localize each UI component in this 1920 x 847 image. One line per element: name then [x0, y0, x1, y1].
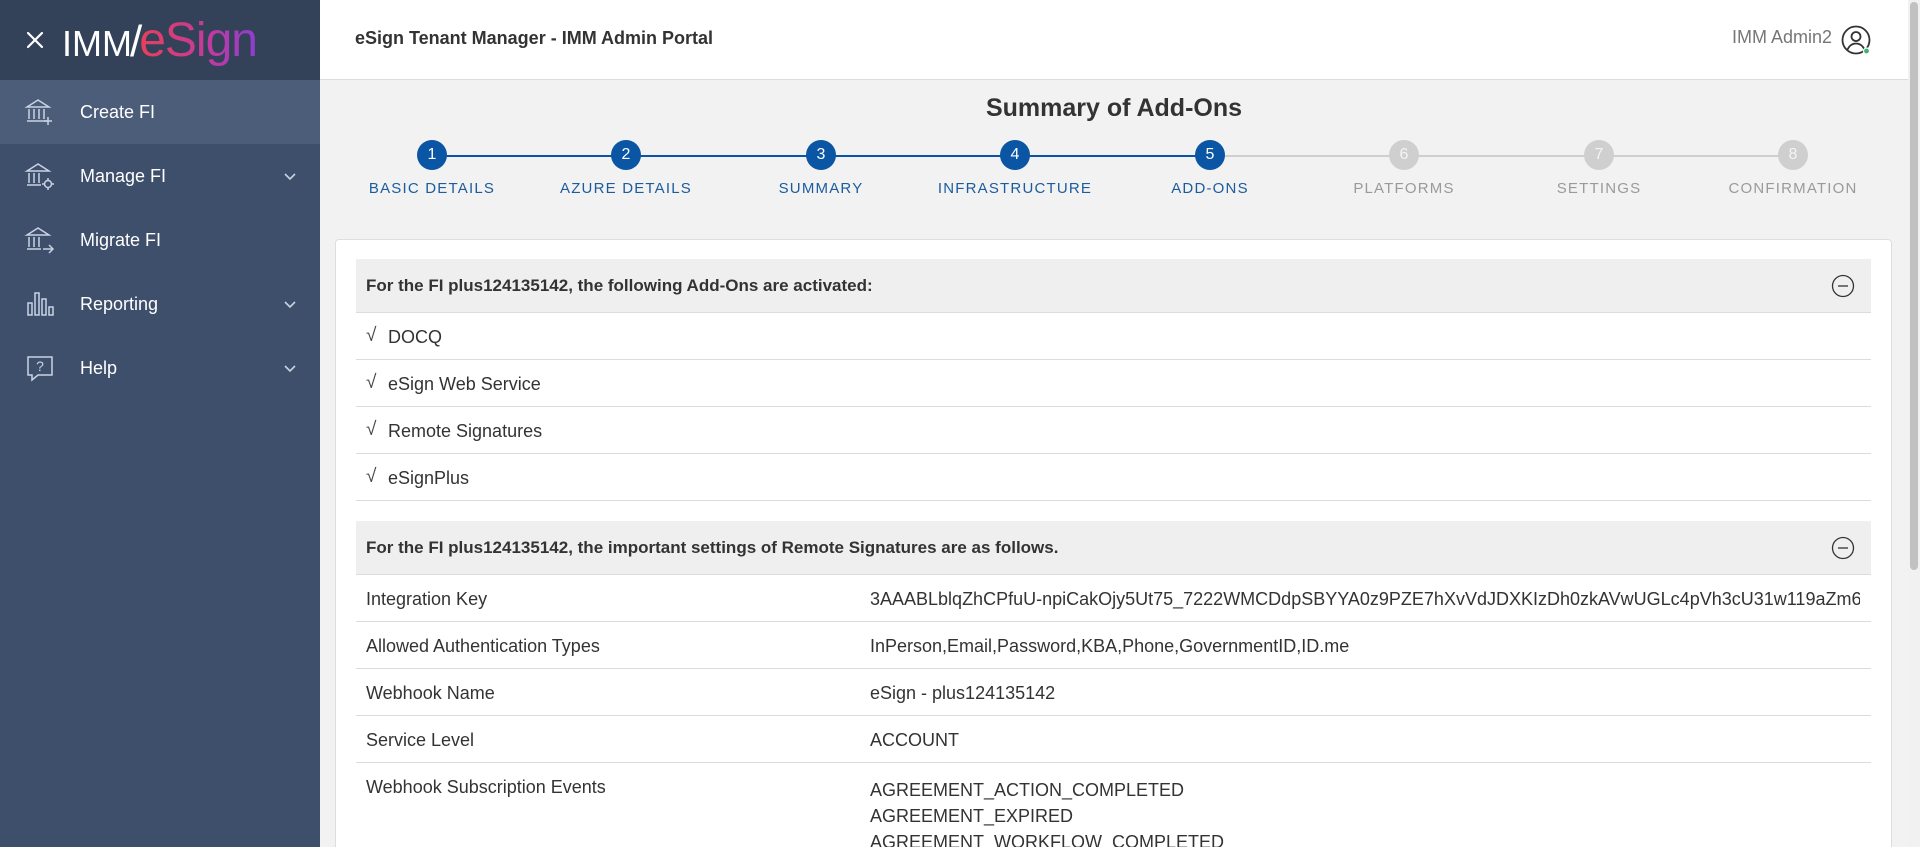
help-bubble-icon: ?: [24, 352, 56, 384]
top-header: eSign Tenant Manager - IMM Admin Portal …: [320, 0, 1920, 80]
step-azure-details[interactable]: 2 AZURE DETAILS: [526, 140, 726, 197]
setting-value: InPerson,Email,Password,KBA,Phone,Govern…: [870, 636, 1350, 656]
step-number: 8: [1778, 140, 1808, 170]
sidebar-item-label: Migrate FI: [80, 229, 162, 250]
app-logo: IMM / eSign: [62, 13, 258, 68]
setting-key: Integration Key: [366, 589, 488, 609]
table-row: Integration Key 3AAABLblqZhCPfuU-npiCakO…: [356, 575, 1871, 622]
vertical-scrollbar[interactable]: [1908, 0, 1920, 847]
step-label: SUMMARY: [778, 180, 864, 197]
step-label: SETTINGS: [1556, 180, 1642, 197]
step-label: BASIC DETAILS: [368, 180, 496, 197]
bar-chart-icon: [24, 288, 56, 320]
summary-card: For the FI plus124135142, the following …: [335, 239, 1892, 847]
check-icon: √: [366, 372, 377, 393]
sidebar-item-label: Reporting: [80, 293, 159, 314]
addons-section-header[interactable]: For the FI plus124135142, the following …: [356, 259, 1871, 313]
setting-value-list: AGREEMENT_ACTION_COMPLETED AGREEMENT_EXP…: [870, 777, 1224, 847]
check-icon: √: [366, 325, 377, 346]
logo-text-imm: IMM: [62, 22, 132, 64]
sidebar-item-manage-fi[interactable]: Manage FI: [0, 144, 320, 208]
step-number: 4: [1000, 140, 1030, 170]
main-content: Summary of Add-Ons 1 BASIC DETAILS 2 AZU…: [320, 80, 1908, 847]
step-basic-details[interactable]: 1 BASIC DETAILS: [332, 140, 532, 197]
step-summary[interactable]: 3 SUMMARY: [721, 140, 921, 197]
sidebar-item-reporting[interactable]: Reporting: [0, 272, 320, 336]
app-title: eSign Tenant Manager - IMM Admin Portal: [355, 28, 714, 48]
sidebar-item-migrate-fi[interactable]: Migrate FI: [0, 208, 320, 272]
setting-value: ACCOUNT: [870, 730, 959, 750]
bank-add-icon: [24, 96, 56, 128]
section-heading: For the FI plus124135142, the following …: [366, 276, 873, 295]
scrollbar-thumb[interactable]: [1910, 2, 1918, 570]
list-item: √ DOCQ: [356, 313, 1871, 360]
sidebar: IMM / eSign Create FI Manage FI Migrate FI…: [0, 0, 320, 847]
logo-text-esign: eSign: [139, 13, 258, 67]
step-label: INFRASTRUCTURE: [937, 180, 1093, 197]
sidebar-item-create-fi[interactable]: Create FI: [0, 80, 320, 144]
event-item: AGREEMENT_EXPIRED: [870, 806, 1074, 826]
step-infrastructure[interactable]: 4 INFRASTRUCTURE: [915, 140, 1115, 197]
svg-text:?: ?: [36, 358, 44, 374]
table-row: Service Level ACCOUNT: [356, 716, 1871, 763]
sidebar-item-label: Create FI: [80, 101, 156, 122]
list-item: √ Remote Signatures: [356, 407, 1871, 454]
addon-name: DOCQ: [388, 327, 442, 347]
bank-arrow-icon: [24, 224, 56, 256]
addon-name: eSignPlus: [388, 468, 470, 488]
step-label: ADD-ONS: [1171, 180, 1249, 197]
check-icon: √: [366, 466, 377, 487]
chevron-down-icon[interactable]: [282, 168, 298, 184]
list-item: √ eSignPlus: [356, 454, 1871, 501]
close-icon[interactable]: [22, 27, 48, 53]
sidebar-item-label: Help: [80, 357, 118, 378]
sidebar-header: IMM / eSign: [0, 0, 320, 80]
chevron-down-icon[interactable]: [282, 360, 298, 376]
step-add-ons[interactable]: 5 ADD-ONS: [1110, 140, 1310, 197]
collapse-minus-icon[interactable]: [1831, 274, 1855, 298]
page-title: Summary of Add-Ons: [985, 94, 1243, 122]
step-label: AZURE DETAILS: [559, 180, 692, 197]
table-row: Webhook Name eSign - plus124135142: [356, 669, 1871, 716]
step-label: CONFIRMATION: [1728, 180, 1858, 197]
event-item: AGREEMENT_WORKFLOW_COMPLETED: [870, 832, 1225, 847]
setting-key: Service Level: [366, 730, 475, 750]
step-label: PLATFORMS: [1353, 180, 1455, 197]
step-number: 6: [1389, 140, 1419, 170]
step-number: 2: [611, 140, 641, 170]
setting-value: 3AAABLblqZhCPfuU-npiCakOjy5Ut75_7222WMCD…: [870, 589, 1860, 609]
step-confirmation: 8 CONFIRMATION: [1693, 140, 1893, 197]
user-name[interactable]: IMM Admin2: [1732, 27, 1832, 48]
sidebar-item-help[interactable]: ? Help: [0, 336, 320, 400]
step-number: 7: [1584, 140, 1614, 170]
setting-key: Allowed Authentication Types: [366, 636, 600, 656]
collapse-minus-icon[interactable]: [1831, 536, 1855, 560]
table-row: Allowed Authentication Types InPerson,Em…: [356, 622, 1871, 669]
wizard-stepper: 1 BASIC DETAILS 2 AZURE DETAILS 3 SUMMAR…: [320, 140, 1908, 210]
setting-key: Webhook Subscription Events: [366, 777, 606, 797]
step-number: 3: [806, 140, 836, 170]
list-item: √ eSign Web Service: [356, 360, 1871, 407]
setting-key: Webhook Name: [366, 683, 495, 703]
step-number: 5: [1195, 140, 1225, 170]
addon-name: eSign Web Service: [388, 374, 541, 394]
section-heading: For the FI plus124135142, the important …: [366, 538, 1059, 557]
bank-gear-icon: [24, 160, 56, 192]
remote-signatures-section-header[interactable]: For the FI plus124135142, the important …: [356, 521, 1871, 575]
table-row: Webhook Subscription Events AGREEMENT_AC…: [356, 763, 1871, 847]
event-item: AGREEMENT_ACTION_COMPLETED: [870, 780, 1185, 800]
setting-value: eSign - plus124135142: [870, 683, 1056, 703]
check-icon: √: [366, 419, 377, 440]
user-avatar-icon[interactable]: [1840, 24, 1872, 56]
sidebar-item-label: Manage FI: [80, 165, 167, 186]
addon-name: Remote Signatures: [388, 421, 543, 441]
chevron-down-icon[interactable]: [282, 296, 298, 312]
step-platforms: 6 PLATFORMS: [1304, 140, 1504, 197]
step-number: 1: [417, 140, 447, 170]
step-settings: 7 SETTINGS: [1499, 140, 1699, 197]
